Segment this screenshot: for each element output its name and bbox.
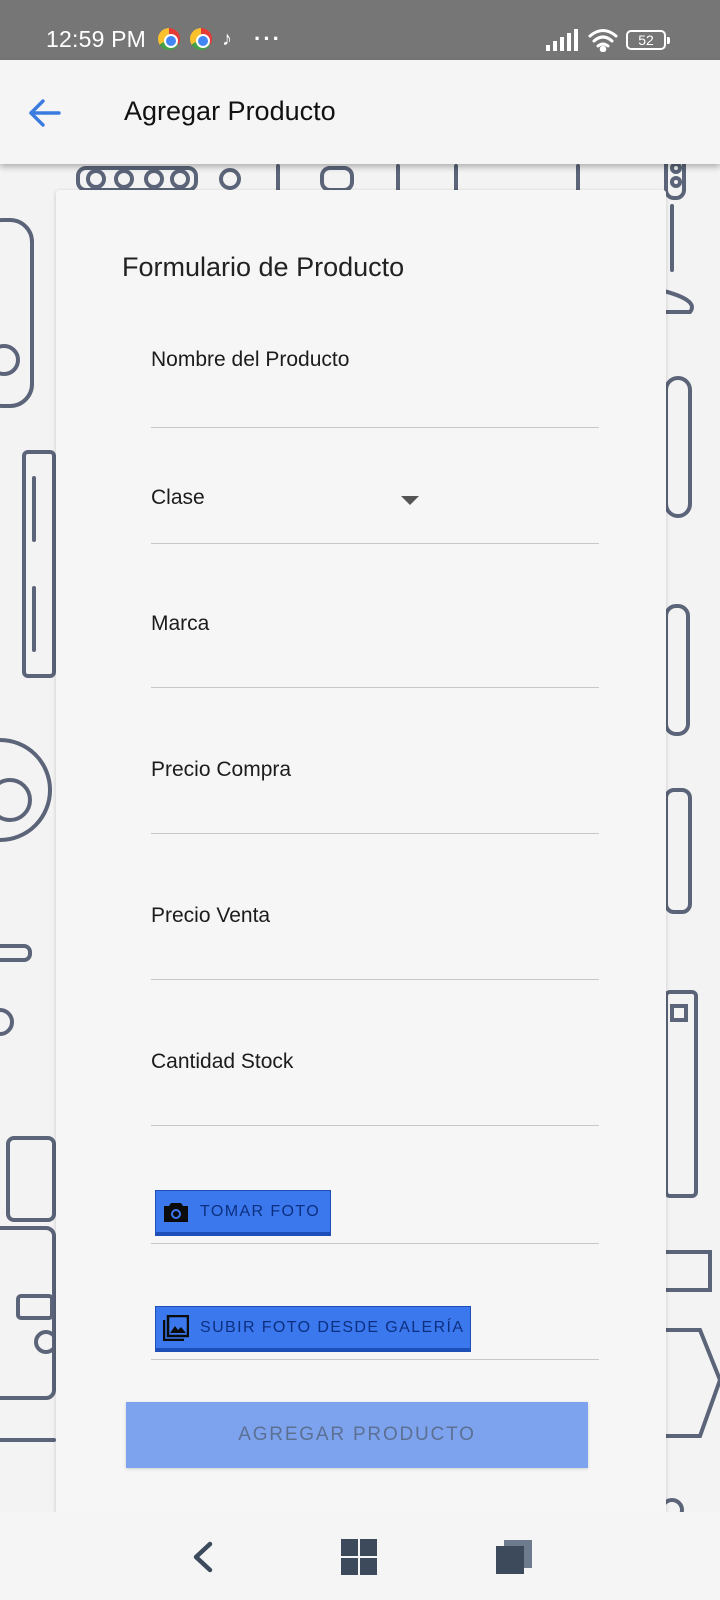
product-name-label: Nombre del Producto	[151, 348, 350, 371]
upload-from-gallery-button[interactable]: SUBIR FOTO DESDE GALERÍA	[155, 1306, 471, 1352]
form-title: Formulario de Producto	[122, 252, 405, 282]
sale-price-field[interactable]: Precio Venta	[151, 862, 599, 980]
brand-field[interactable]: Marca	[151, 570, 599, 688]
more-notifications-icon: ···	[254, 26, 282, 51]
page-title: Agregar Producto	[124, 96, 336, 126]
gallery-icon	[162, 1314, 190, 1342]
purchase-price-field[interactable]: Precio Compra	[151, 716, 599, 834]
nav-back-button[interactable]	[178, 1532, 228, 1582]
status-notification-icons: ♪ ···	[158, 28, 282, 50]
chrome-icon	[158, 28, 180, 50]
take-photo-button[interactable]: TOMAR FOTO	[155, 1190, 331, 1236]
chrome-icon	[190, 28, 212, 50]
dropdown-arrow-icon	[401, 496, 419, 505]
arrow-left-icon	[29, 99, 61, 127]
brand-label: Marca	[151, 612, 210, 635]
stock-quantity-field[interactable]: Cantidad Stock	[151, 1008, 599, 1126]
signal-icon	[546, 29, 578, 51]
take-photo-label: TOMAR FOTO	[200, 1202, 321, 1220]
wifi-icon	[588, 29, 618, 52]
home-nav-icon	[341, 1539, 377, 1575]
tiktok-icon: ♪	[222, 28, 232, 50]
nav-recents-button[interactable]	[490, 1532, 540, 1582]
status-time: 12:59 PM	[46, 26, 147, 52]
sale-price-label: Precio Venta	[151, 904, 271, 927]
product-name-field[interactable]: Nombre del Producto	[151, 320, 599, 428]
stock-quantity-label: Cantidad Stock	[151, 1050, 294, 1073]
class-dropdown[interactable]: Clase	[151, 450, 599, 544]
status-bar: 12:59 PM ♪ ··· 52	[0, 0, 720, 60]
add-product-label: AGREGAR PRODUCTO	[238, 1424, 476, 1445]
upload-from-gallery-label: SUBIR FOTO DESDE GALERÍA	[200, 1318, 465, 1336]
back-button[interactable]	[22, 90, 68, 136]
class-label: Clase	[151, 486, 205, 509]
nav-home-button[interactable]	[334, 1532, 384, 1582]
recents-nav-icon	[496, 1540, 532, 1574]
battery-indicator: 52	[626, 30, 670, 50]
app-bar: Agregar Producto	[0, 60, 720, 164]
camera-icon	[162, 1198, 190, 1226]
purchase-price-label: Precio Compra	[151, 758, 292, 781]
back-nav-icon	[193, 1541, 213, 1573]
system-nav-bar	[0, 1512, 720, 1600]
add-product-button[interactable]: AGREGAR PRODUCTO	[126, 1402, 588, 1468]
status-system-icons: 52	[546, 28, 670, 52]
product-form-card: Formulario de Producto Nombre del Produc…	[56, 190, 666, 1515]
